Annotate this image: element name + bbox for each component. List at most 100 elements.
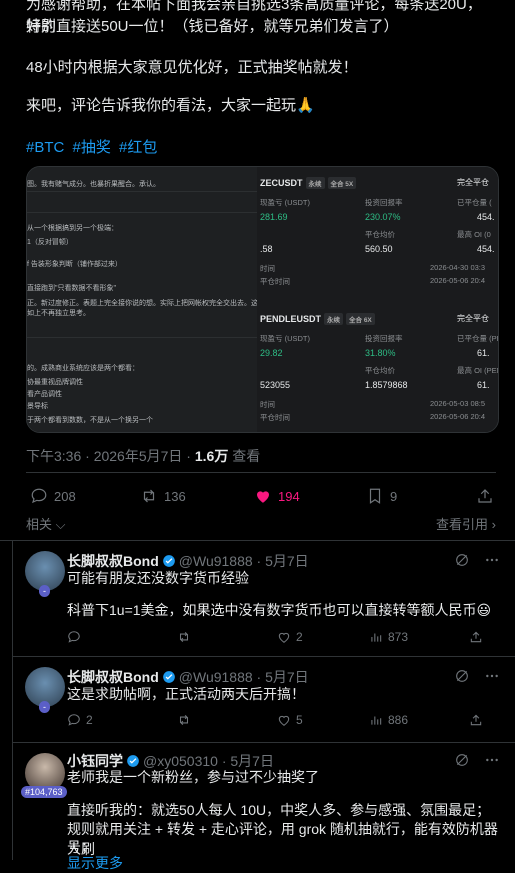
chat-line: 直接跑到"只看数据不看形象" [27,285,116,292]
reply-icon [68,631,80,643]
show-more-link[interactable]: 显示更多 [67,853,123,873]
hashtag-redpacket[interactable]: #红包 [119,139,157,156]
card-roi: 31.80% [365,348,396,358]
card-value: 454. [477,244,495,254]
reply-actions: 2 5 886 [67,713,487,731]
reply-text: 直接听我的：就选50人每人 10U，中奖人多、参与感强、氛围最足； [67,802,491,818]
hashtag-lottery[interactable]: #抽奖 [73,139,111,156]
post-media-image[interactable]: 图。我有赌气成分。也暴折果醒合。承认。 从一个根据搞到另一个极端： 1（反对冒顿… [26,166,499,433]
views-button[interactable]: 873 [369,630,408,644]
card-label: 已平仓量 ( [457,198,492,207]
grok-icon[interactable] [454,668,470,684]
card-value: 2026-05-06 20:4 [430,412,486,421]
heart-icon [278,715,290,726]
reply-icon [68,714,80,726]
bookmark-button[interactable]: 9 [366,487,397,505]
post-text-line-3: 48小时内根据大家意见优化好，正式抽奖帖就发！ [26,59,358,76]
share-icon [470,631,482,643]
repost-button[interactable]: 136 [140,487,186,505]
like-button[interactable]: 2 [277,630,303,644]
card-label: 现盈亏 (USDT) [260,334,310,343]
card-pnl: 29.82 [260,348,283,358]
grok-icon[interactable] [454,752,470,768]
chat-line: 景导标 [27,403,48,410]
views-button[interactable]: 886 [369,713,408,727]
chat-line: 如上不再独立思考。 [27,310,90,317]
reply-count: 208 [54,488,76,504]
grok-icon[interactable] [454,552,470,568]
card-label: 投资回报率 [365,334,403,343]
card-value: .58 [260,244,273,254]
bookmark-icon [369,488,381,504]
share-icon [470,714,482,726]
hashtags: #BTC #抽奖 #红包 [26,136,161,157]
card-status: 完全平仓 [457,178,489,187]
reply-button[interactable]: 208 [30,487,76,505]
post-time[interactable]: 下午3:36 · 2026年5月7日 · [26,448,195,464]
card-label: 时间 [260,400,275,409]
share-button[interactable] [476,487,494,505]
chevron-down-icon: ⌵ [52,517,66,532]
share-button[interactable] [469,713,483,727]
chat-line: 1（反对冒顿） [27,239,73,246]
card-value: 2026-05-03 08:5 [430,399,486,408]
related-dropdown[interactable]: 相关 ⌵ [26,514,65,533]
card-label: 时间 [260,264,275,273]
reply-button[interactable] [67,630,81,644]
card-value: 560.50 [365,244,393,254]
card-value: 2026-04-30 03:3 [430,263,486,272]
level-badge: - [39,585,50,597]
level-badge: - [39,701,50,713]
heart-icon [278,632,290,643]
reply-actions: 2 873 [67,630,487,648]
repost-button[interactable] [177,630,191,644]
card-label: 平仓均价 [365,366,395,375]
post-actions: 208 136 194 9 [26,487,496,509]
chat-line: 协最重视品牌调性 [27,379,83,386]
reply-item[interactable]: - 长脚叔叔Bond @Wu91888 · 5月7日 这是求助帖啊，正式活动两天后… [12,657,515,742]
repost-icon [179,631,189,643]
heart-icon [257,491,269,503]
verified-icon [162,671,175,683]
hashtag-btc[interactable]: #BTC [26,139,64,156]
like-button[interactable]: 194 [254,487,300,505]
chat-line: 图。我有赌气成分。也暴折果醒合。承认。 [27,181,160,188]
chat-line: 的。成熟商业系统应该是两个都看： [27,365,139,372]
chat-line: 从一个根据搞到另一个极端： [27,225,118,232]
repost-count: 136 [164,488,186,504]
card-label: 平仓均价 [365,230,395,239]
analytics-icon [371,633,382,642]
chevron-right-icon: › [488,517,496,532]
verified-icon [162,555,175,567]
post-text-line-4: 来吧，评论告诉我你的看法，大家一起玩🙏 [26,97,315,114]
reply-item[interactable]: - 长脚叔叔Bond @Wu91888 · 5月7日 可能有朋友还没数字货币经验 … [12,541,515,656]
more-icon[interactable] [484,668,500,684]
level-badge: #104,763 [21,786,67,798]
card-label: 最高 OI (PEN [457,366,499,375]
reply-text: 可能有朋友还没数字货币经验 [67,570,249,586]
card-value: 61. [477,380,490,390]
card-label: 已平仓量 (PEN [457,334,498,343]
chat-line: 看产品调性 [27,391,62,398]
repost-button[interactable] [177,713,191,727]
like-button[interactable]: 5 [277,713,303,727]
reply-text: 老师我是一个新粉丝，参与过不少抽奖了 [67,769,319,785]
card-label: 投资回报率 [365,198,403,207]
card-status: 完全平仓 [457,314,489,323]
share-icon [478,489,492,503]
card-label: 现盈亏 (USDT) [260,198,310,207]
chat-line: 于两个都看到数数，不是从一个换另一个 [27,417,153,424]
views-count: 1.6万 [194,448,229,464]
share-button[interactable] [469,630,483,644]
card-value: 61. [477,348,490,358]
card-symbol: PENDLEUSDT 永续 全合 6X [260,313,375,325]
reply-icon [31,488,47,504]
more-icon[interactable] [484,552,500,568]
chat-screenshot: 图。我有赌气成分。也暴折果醒合。承认。 从一个根据搞到另一个极端： 1（反对冒顿… [27,167,279,432]
more-icon[interactable] [484,752,500,768]
reply-item[interactable]: #104,763 小钰同学 @xy050310 · 5月7日 老师我是一个新粉丝，… [12,743,515,871]
view-quotes-link[interactable]: 查看引用 › [436,514,496,533]
post-text-line-2: 好的直接送50U一位！（钱已备好，就等兄弟们发言了） [26,18,399,35]
reply-button[interactable]: 2 [67,713,93,727]
card-label: 平仓时间 [260,413,290,422]
